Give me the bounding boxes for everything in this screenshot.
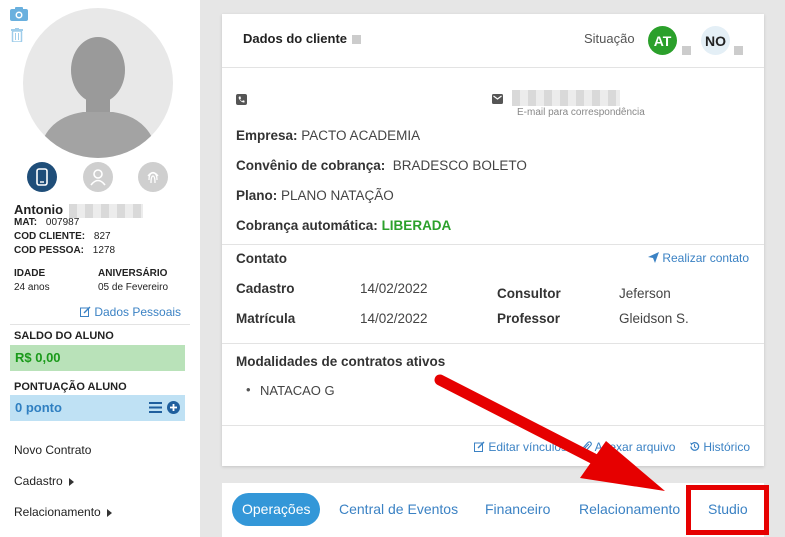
plano-field: Plano: PLANO NATAÇÃO	[236, 188, 394, 203]
consultor-label: Consultor	[497, 286, 561, 301]
caret-right-icon	[68, 477, 74, 486]
trash-icon[interactable]	[11, 28, 23, 42]
tab-financeiro[interactable]: Financeiro	[485, 493, 550, 526]
external-link-icon[interactable]	[682, 46, 691, 55]
pontuacao-label: PONTUAÇÃO ALUNO	[14, 381, 127, 393]
scroll-gutter	[773, 0, 785, 537]
aniversario-value: 05 de Fevereiro	[98, 282, 169, 293]
modalidade-item: NATACAO G	[246, 382, 335, 398]
fingerprint-button[interactable]	[138, 162, 168, 192]
mobile-phone-icon	[36, 168, 48, 186]
paperclip-icon	[583, 441, 592, 451]
saldo-label: SALDO DO ALUNO	[14, 330, 114, 342]
avatar	[23, 8, 173, 158]
divider	[222, 425, 764, 426]
matricula-label: Matrícula	[236, 311, 296, 326]
camera-icon[interactable]	[10, 7, 28, 21]
pontuacao-box: 0 ponto	[10, 395, 185, 421]
anexar-arquivo-link[interactable]: Anexar arquivo	[582, 440, 675, 454]
tab-central-eventos[interactable]: Central de Eventos	[339, 493, 458, 526]
card-title: Dados do cliente	[243, 31, 362, 46]
dados-pessoais-link[interactable]: Dados Pessoais	[80, 305, 181, 319]
contato-label: Contato	[236, 251, 287, 266]
professor-value: Gleidson S.	[619, 311, 689, 326]
client-tabs: Operações Central de Eventos Financeiro …	[222, 483, 764, 537]
empresa-field: Empresa: PACTO ACADEMIA	[236, 128, 421, 143]
external-link-icon[interactable]	[734, 46, 743, 55]
caret-right-icon	[106, 508, 112, 517]
idade-value: 24 anos	[14, 282, 50, 293]
cadastro-date: 14/02/2022	[360, 281, 428, 296]
situacao-label: Situação	[584, 31, 635, 46]
tab-operacoes[interactable]: Operações	[232, 493, 321, 526]
identification-buttons	[0, 162, 200, 192]
fingerprint-icon	[147, 171, 159, 184]
cobranca-field: Cobrança automática: LIBERADA	[236, 218, 452, 233]
modalidades-label: Modalidades de contratos ativos	[236, 354, 446, 369]
edit-icon	[474, 441, 485, 452]
divider	[10, 324, 190, 325]
envelope-icon	[492, 94, 503, 104]
mobile-app-button[interactable]	[27, 162, 57, 192]
client-sidebar: Antonio MAT: 007987 COD CLIENTE: 827 COD…	[0, 0, 200, 537]
editar-vinculos-link[interactable]: Editar vínculos	[474, 440, 567, 454]
studio-highlight-box	[686, 485, 769, 535]
user-silhouette-icon	[38, 37, 158, 158]
divider	[222, 244, 764, 245]
historico-link[interactable]: Histórico	[689, 440, 750, 454]
client-name: Antonio	[14, 202, 143, 218]
cadastro-menu[interactable]: Cadastro	[14, 474, 74, 488]
status-badge-at[interactable]: AT	[648, 26, 677, 55]
cadastro-label: Cadastro	[236, 281, 295, 296]
email-note: E-mail para correspondência	[517, 107, 645, 118]
external-link-icon[interactable]	[352, 35, 362, 45]
saldo-value: R$ 0,00	[10, 345, 185, 371]
paper-plane-icon	[648, 252, 659, 263]
mat-row: MAT: 007987	[14, 217, 80, 228]
consultor-value: Jeferson	[619, 286, 671, 301]
aniversario-label: ANIVERSÁRIO	[98, 268, 168, 279]
redacted-surname	[68, 203, 143, 218]
novo-contrato-link[interactable]: Novo Contrato	[14, 443, 91, 457]
tab-relacionamento[interactable]: Relacionamento	[579, 493, 680, 526]
user-icon	[90, 169, 106, 186]
pontuacao-value: 0 ponto	[15, 400, 62, 415]
user-photo-button[interactable]	[83, 162, 113, 192]
redacted-email	[512, 90, 620, 106]
edit-icon	[80, 306, 91, 317]
convenio-field: Convênio de cobrança: BRADESCO BOLETO	[236, 158, 527, 173]
list-icon[interactable]	[149, 402, 162, 413]
status-badge-no[interactable]: NO	[701, 26, 730, 55]
idade-label: IDADE	[14, 268, 46, 279]
phone-icon	[236, 94, 247, 105]
divider	[222, 343, 764, 344]
divider	[222, 67, 764, 68]
relacionamento-menu[interactable]: Relacionamento	[14, 505, 112, 519]
plus-circle-icon[interactable]	[167, 401, 180, 414]
client-data-card: Dados do cliente Situação AT NO E-mail p…	[222, 14, 764, 466]
professor-label: Professor	[497, 311, 561, 326]
cod-pessoa-row: COD PESSOA: 1278	[14, 245, 116, 256]
cod-cliente-row: COD CLIENTE: 827	[14, 231, 111, 242]
history-icon	[690, 442, 700, 451]
realizar-contato-link[interactable]: Realizar contato	[648, 251, 749, 265]
matricula-date: 14/02/2022	[360, 311, 428, 326]
